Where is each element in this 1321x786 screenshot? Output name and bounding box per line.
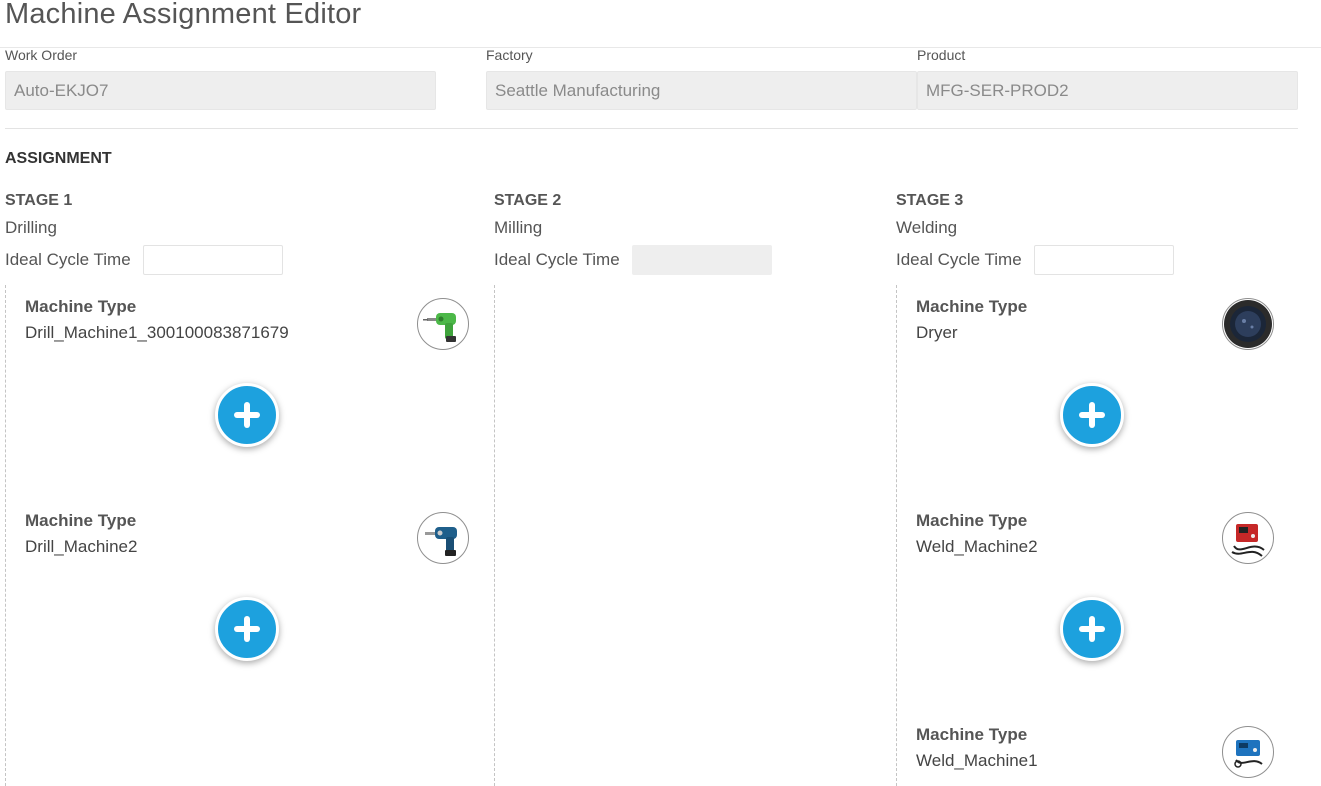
machine-type-label: Machine Type (916, 511, 1028, 530)
work-order-input[interactable] (5, 71, 436, 110)
add-machine-button[interactable] (215, 383, 279, 447)
stage-name: Welding (896, 218, 958, 237)
cycle-time-row: Ideal Cycle Time (896, 244, 1174, 276)
stage-2-header: STAGE 2 Milling Ideal Cycle Time (494, 190, 772, 276)
factory-field: Factory (486, 47, 917, 110)
cycle-time-label: Ideal Cycle Time (896, 250, 1022, 269)
dryer-icon (1222, 298, 1274, 350)
blue-welder-icon (1222, 726, 1274, 778)
machine-type-value: Drill_Machine2 (25, 537, 138, 556)
product-field: Product (917, 47, 1298, 110)
machine-card: Machine Type Dryer (897, 285, 1321, 495)
stage-3-machine-lane: Machine Type Dryer Machine Type Weld_Mac… (896, 285, 1316, 786)
stage-1-header: STAGE 1 Drilling Ideal Cycle Time (5, 190, 283, 276)
product-input[interactable] (917, 71, 1298, 110)
cycle-time-row: Ideal Cycle Time (494, 244, 772, 276)
stage-title: STAGE 1 (5, 192, 73, 209)
machine-type-label: Machine Type (25, 511, 137, 530)
stage-title: STAGE 3 (896, 192, 964, 209)
machine-type-value: Drill_Machine1_300100083871679 (25, 323, 289, 342)
red-welder-icon (1222, 512, 1274, 564)
stage-name: Milling (494, 218, 543, 237)
machine-type-label: Machine Type (916, 725, 1028, 744)
machine-type-value: Dryer (916, 323, 958, 342)
work-order-label: Work Order (5, 47, 78, 63)
machine-card: Machine Type Weld_Machine2 (897, 499, 1321, 709)
factory-label: Factory (486, 47, 533, 63)
stage-3-cycle-time-input[interactable] (1033, 245, 1174, 275)
add-machine-button[interactable] (215, 597, 279, 661)
machine-card: Machine Type Weld_Machine1 (897, 713, 1321, 786)
product-label: Product (917, 47, 966, 63)
blue-drill-icon (417, 512, 469, 564)
work-order-field: Work Order (5, 47, 436, 110)
page-title: Machine Assignment Editor (5, 0, 362, 30)
machine-card: Machine Type Drill_Machine2 (6, 499, 469, 709)
machine-type-value: Weld_Machine2 (916, 537, 1038, 556)
stage-name: Drilling (5, 218, 57, 237)
cycle-time-row: Ideal Cycle Time (5, 244, 283, 276)
add-machine-button[interactable] (1060, 597, 1124, 661)
machine-type-label: Machine Type (25, 297, 137, 316)
stage-2-machine-lane (494, 285, 874, 786)
machine-type-label: Machine Type (916, 297, 1028, 316)
green-drill-icon (417, 298, 469, 350)
cycle-time-label: Ideal Cycle Time (494, 250, 620, 269)
assignment-heading: ASSIGNMENT (5, 150, 112, 167)
stage-3-header: STAGE 3 Welding Ideal Cycle Time (896, 190, 1174, 276)
machine-type-value: Weld_Machine1 (916, 751, 1038, 770)
cycle-time-label: Ideal Cycle Time (5, 250, 131, 269)
factory-input[interactable] (486, 71, 917, 110)
stage-title: STAGE 2 (494, 192, 562, 209)
stage-2-cycle-time-input (631, 245, 772, 275)
stage-1-cycle-time-input[interactable] (142, 245, 283, 275)
stage-1-machine-lane: Machine Type Drill_Machine1_300100083871… (5, 285, 475, 786)
add-machine-button[interactable] (1060, 383, 1124, 447)
machine-card: Machine Type Drill_Machine1_300100083871… (6, 285, 469, 495)
section-divider (5, 128, 1298, 129)
